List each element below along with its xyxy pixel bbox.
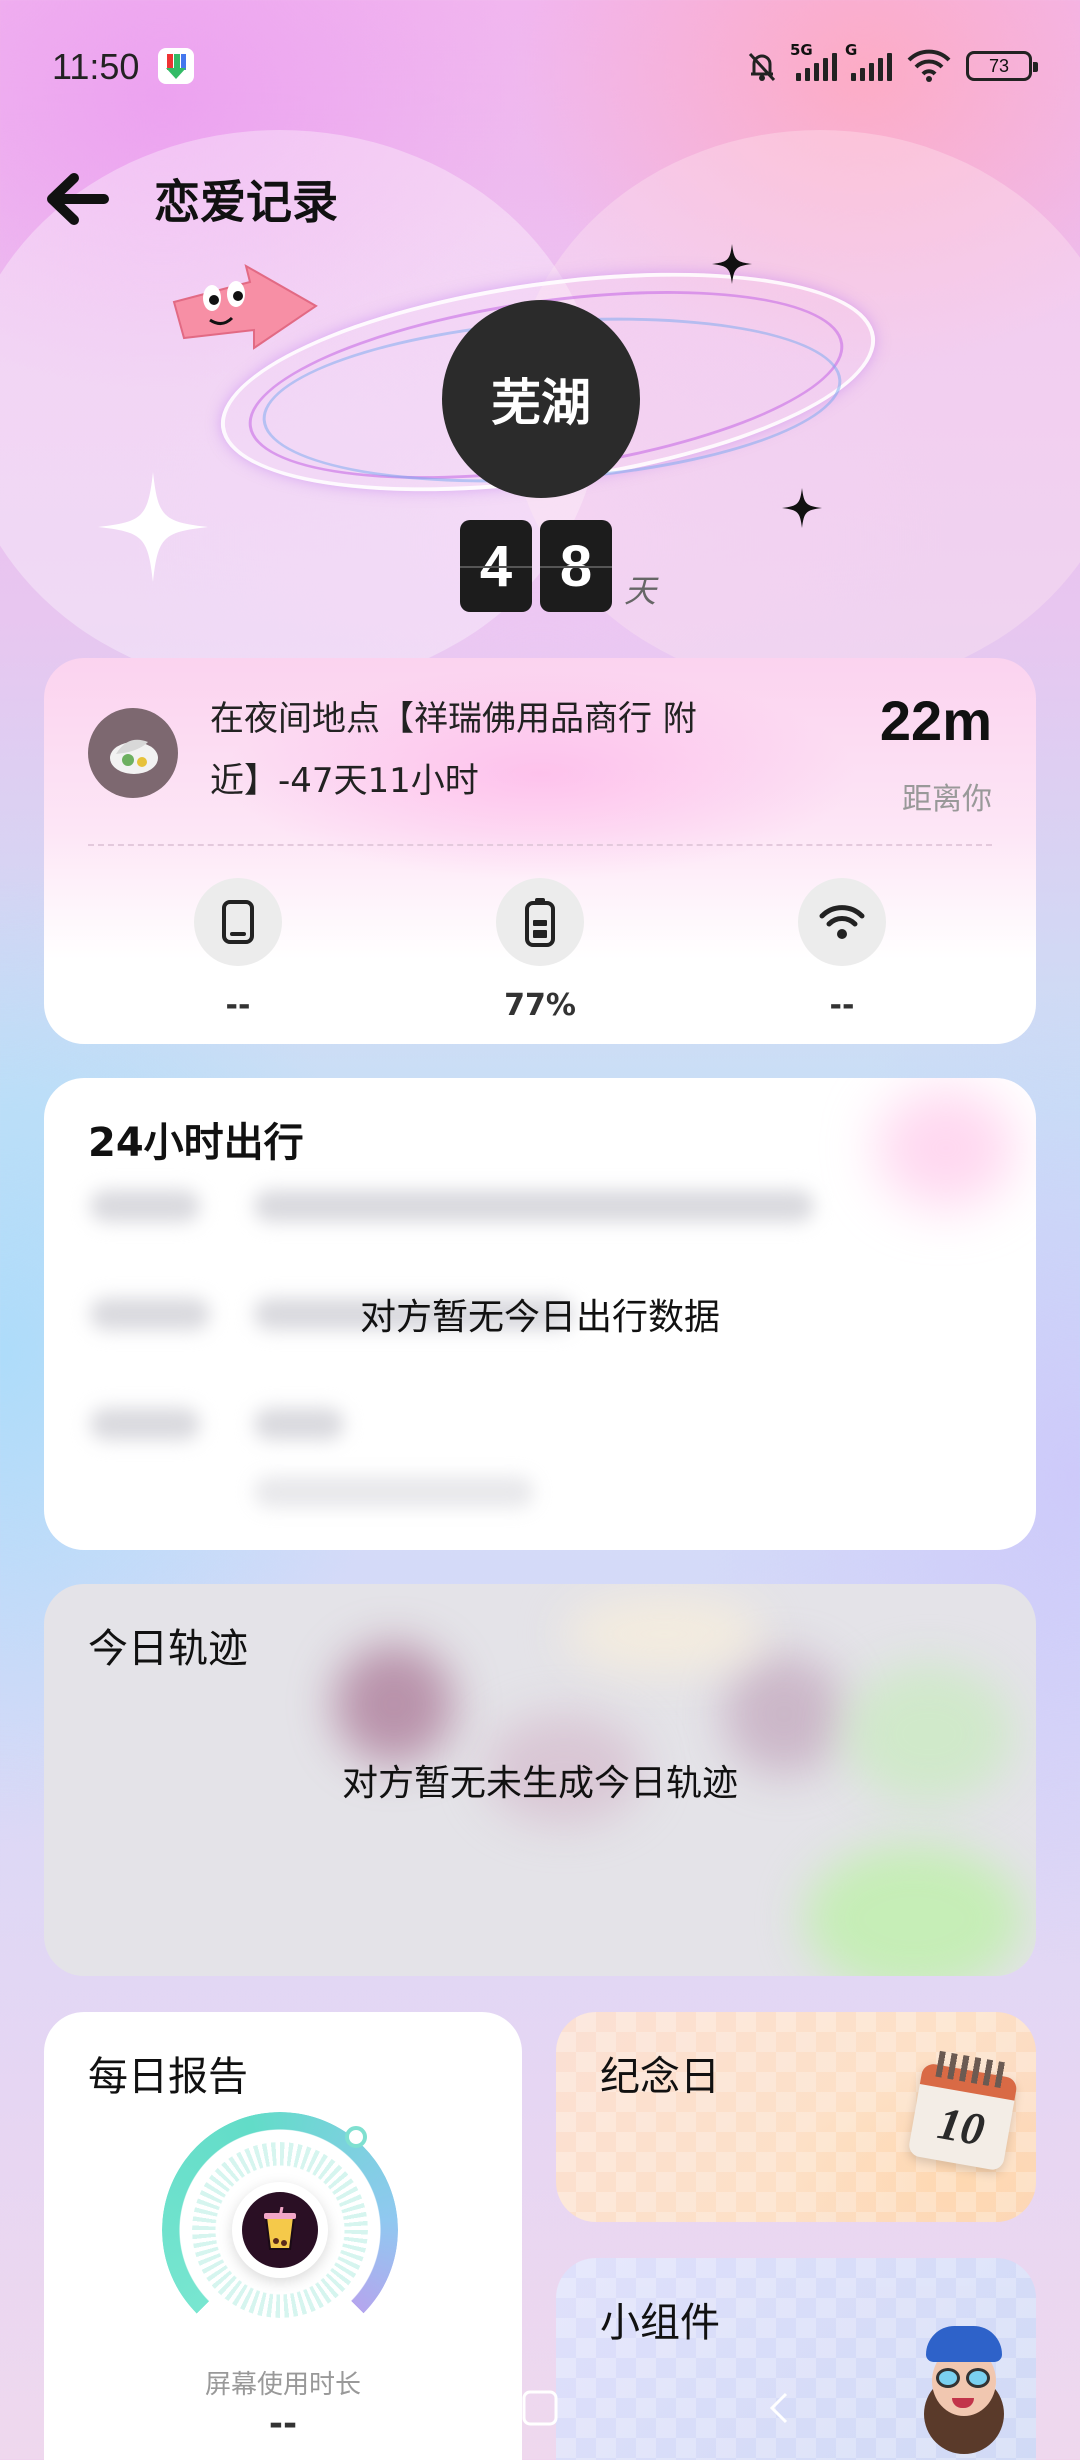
report-card-title: 每日报告	[88, 2054, 248, 2100]
avatar-image-icon	[110, 739, 158, 774]
divider	[88, 844, 992, 846]
battery-level-icon	[496, 878, 584, 966]
widget-card-title: 小组件	[600, 2300, 720, 2346]
track-card-title: 今日轨迹	[88, 1626, 248, 1672]
blurred-row	[254, 1476, 534, 1508]
menu-icon	[280, 2397, 316, 2419]
sparkle-large-icon	[98, 472, 208, 582]
sparkle-dark-bottom-icon	[782, 488, 822, 528]
home-square-icon	[522, 2390, 558, 2426]
battery-stat: 77%	[470, 878, 610, 1023]
phone-icon	[194, 878, 282, 966]
phone-stat: --	[168, 878, 308, 1023]
gauge-indicator	[345, 2126, 367, 2148]
distance-label: 距离你	[902, 782, 992, 817]
wifi-status-icon	[907, 49, 951, 82]
phone-stat-value: --	[225, 988, 251, 1023]
mute-bell-icon	[748, 52, 776, 82]
travel-card-glow	[876, 1088, 1016, 1208]
blurred-row	[254, 1408, 344, 1440]
track-empty-message: 对方暂无未生成今日轨迹	[341, 1763, 738, 1804]
status-icons: 5G G 73	[742, 41, 1038, 88]
wifi-stat-value: --	[829, 988, 855, 1023]
page-title: 恋爱记录	[154, 175, 338, 229]
nav-home-button[interactable]	[510, 2378, 570, 2438]
system-nav-bar	[0, 2360, 1080, 2460]
city-badge[interactable]: 芜湖	[442, 300, 640, 498]
arrow-left-icon	[47, 173, 109, 225]
blurred-row	[254, 1190, 814, 1222]
signal-g-icon: G	[845, 41, 892, 81]
nav-menu-button[interactable]	[268, 2378, 328, 2438]
back-chevron-icon	[769, 2392, 788, 2424]
gauge-center	[232, 2182, 328, 2278]
partner-avatar[interactable]	[88, 708, 178, 798]
nav-back-button[interactable]	[750, 2378, 810, 2438]
location-card[interactable]: 在夜间地点【祥瑞佛用品商行 附近】-47天11小时 22m 距离你 -- 77%…	[44, 658, 1036, 1044]
calendar-icon: 10	[907, 2048, 1020, 2172]
travel-card-title: 24小时出行	[88, 1120, 304, 1166]
status-bar: 11:50 5G G 73	[0, 0, 1080, 136]
blurred-row	[90, 1408, 200, 1440]
days-digit-2: 8	[540, 520, 612, 612]
signal-5g-icon: 5G	[790, 41, 837, 81]
arrow-mascot-icon	[172, 263, 318, 350]
anniversary-card-title: 纪念日	[600, 2054, 720, 2100]
map-blob	[564, 1594, 764, 1674]
drink-cup-icon	[242, 2192, 318, 2268]
battery-icon: 73	[966, 51, 1038, 81]
days-unit: 天	[624, 572, 657, 610]
blurred-row	[90, 1190, 200, 1222]
anniversary-card[interactable]: 纪念日 10	[556, 2012, 1036, 2222]
wifi-icon	[798, 878, 886, 966]
travel-card[interactable]: 24小时出行 对方暂无今日出行数据	[44, 1078, 1036, 1550]
wifi-stat: --	[772, 878, 912, 1023]
map-blob	[804, 1844, 1024, 1976]
map-blob	[334, 1644, 454, 1764]
travel-empty-message: 对方暂无今日出行数据	[359, 1297, 720, 1338]
sparkle-dark-top-icon	[712, 244, 752, 284]
location-status-text: 在夜间地点【祥瑞佛用品商行 附近】-47天11小时	[210, 699, 697, 801]
screen-time-gauge	[162, 2112, 398, 2348]
days-digit-1: 4	[460, 520, 532, 612]
distance-value: 22m	[879, 689, 992, 752]
app-notification-icon	[158, 48, 194, 84]
battery-stat-value: 77%	[504, 988, 576, 1023]
back-button[interactable]	[44, 166, 114, 232]
track-card[interactable]: 今日轨迹 对方暂无未生成今日轨迹	[44, 1584, 1036, 1976]
status-time: 11:50	[52, 46, 140, 87]
